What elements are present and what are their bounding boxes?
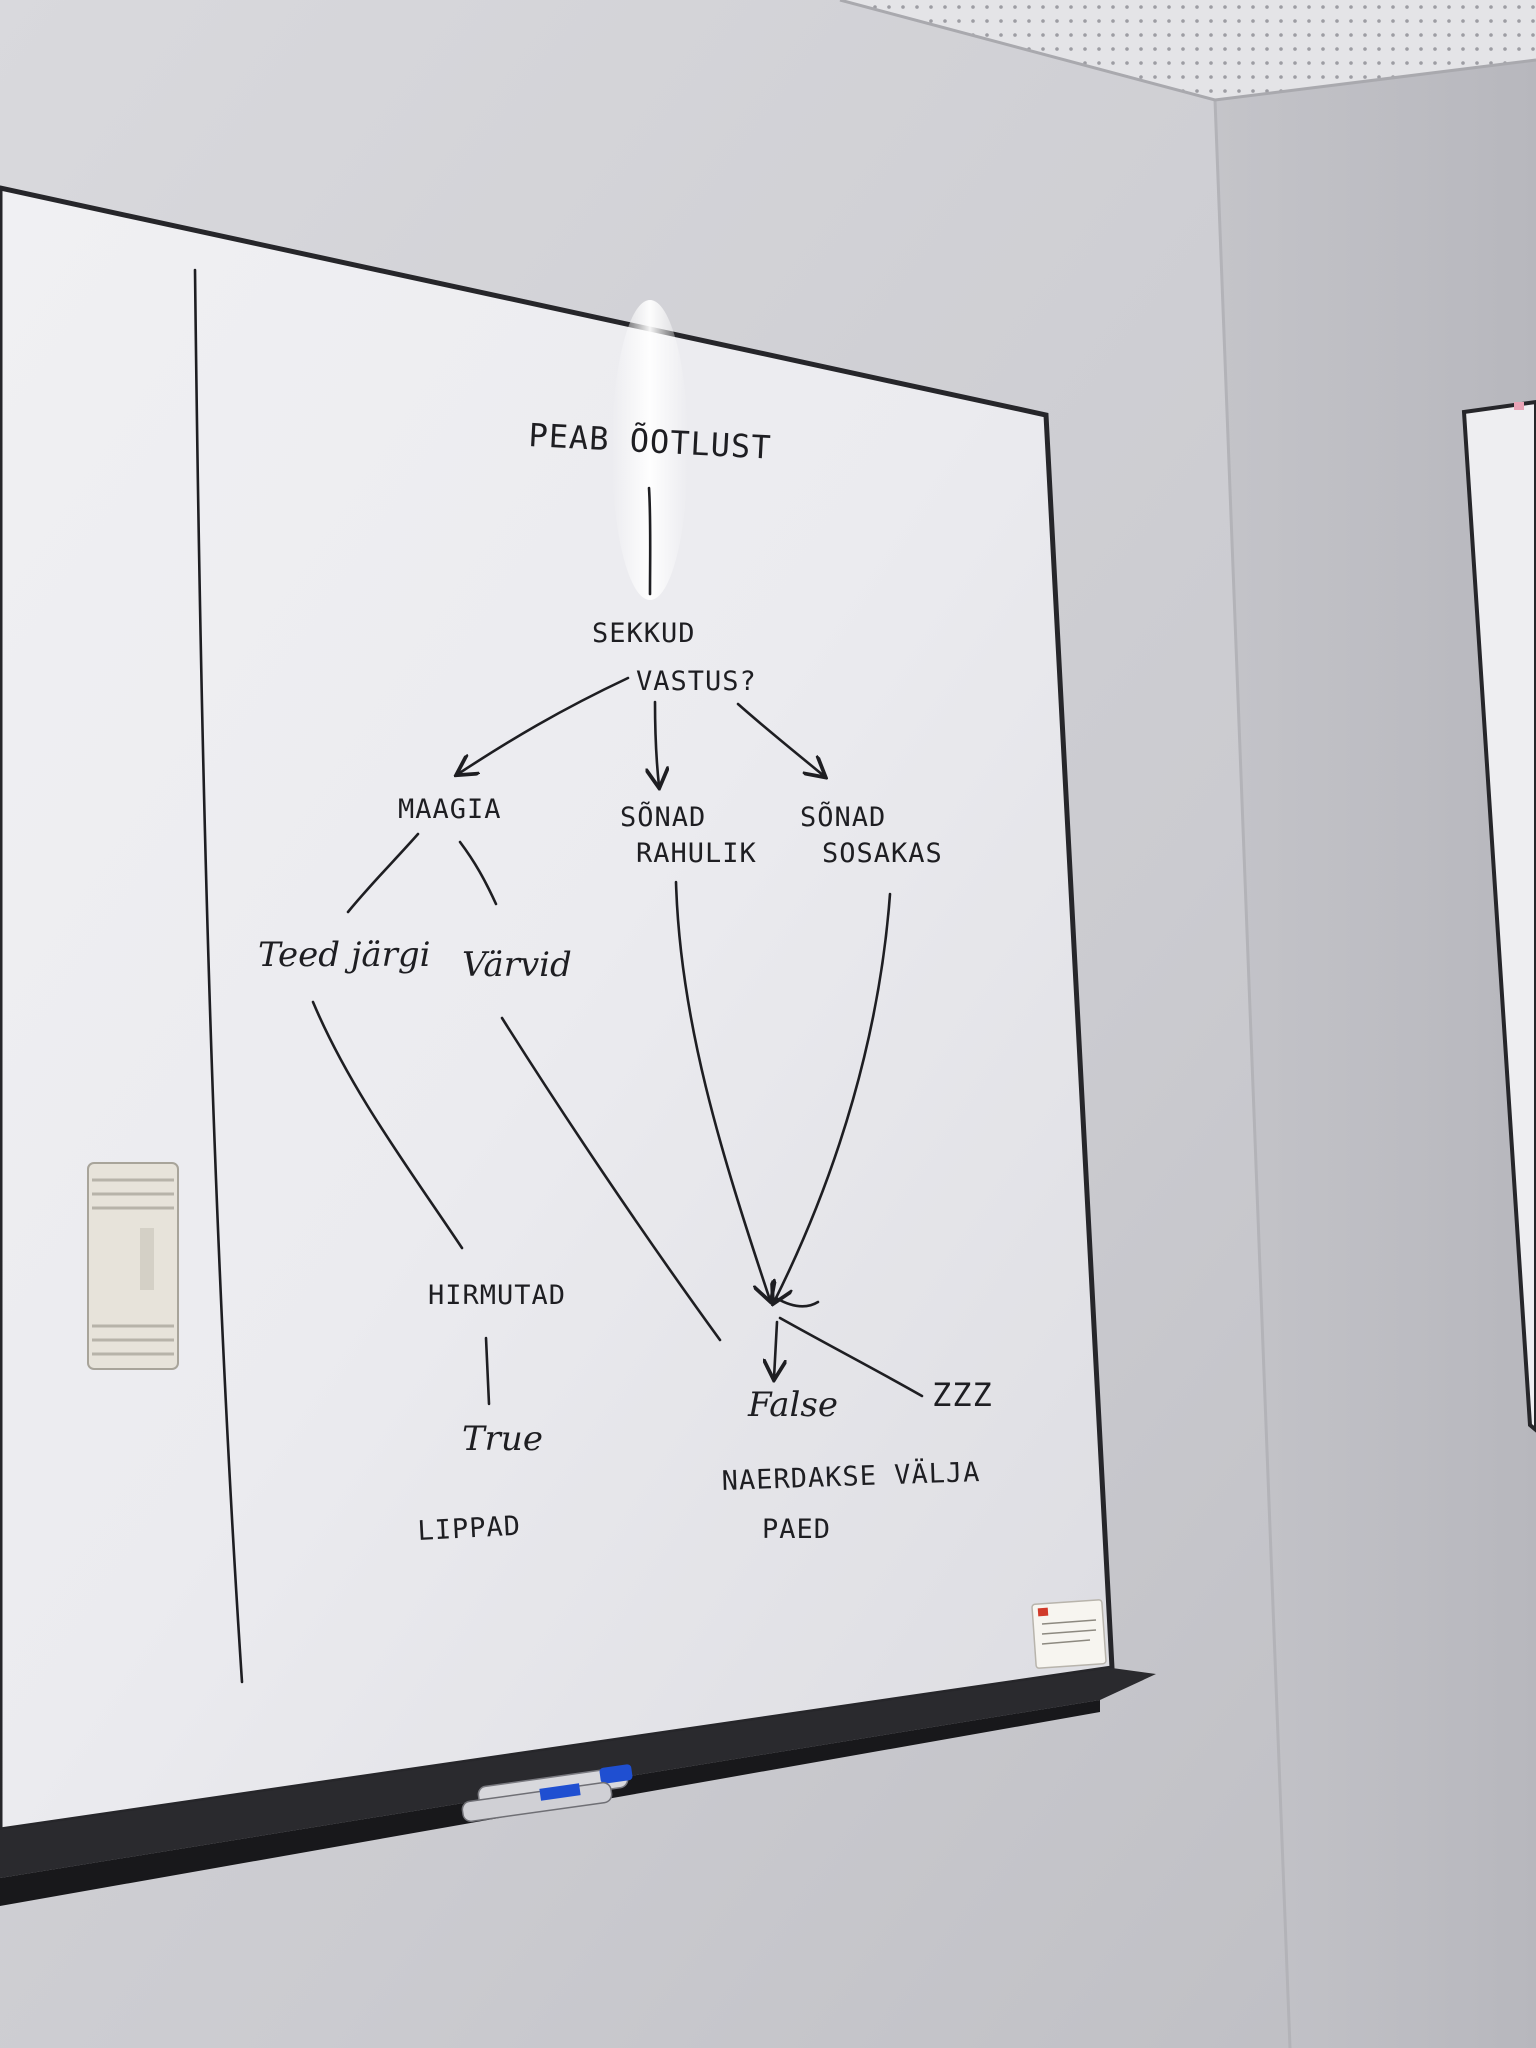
node-sonad-rahulik-line1: SÕNAD	[620, 801, 706, 833]
node-sonad-sosakas-line2: SOSAKAS	[822, 838, 943, 869]
label-sticker-icon	[1031, 1599, 1107, 1669]
whiteboard-scene: PEAB ÕOTLUST SEKKUD VASTUS? MAAGIA SÕNAD…	[0, 0, 1536, 2048]
edge-root-sekkud	[647, 486, 652, 596]
node-zzz: ZZZ	[932, 1376, 993, 1414]
node-sonad-sosakas-line1: SÕNAD	[800, 801, 886, 833]
node-naerdakse-line2: PAED	[762, 1514, 831, 1545]
node-vastus: VASTUS?	[636, 666, 757, 697]
node-sonad-rahulik-line2: RAHULIK	[636, 838, 757, 869]
node-lippad: LIPPAD	[417, 1511, 522, 1547]
node-teed-jargi: Teed järgi	[258, 935, 431, 975]
node-hirmutad: HIRMUTAD	[428, 1280, 566, 1311]
eraser-icon[interactable]	[87, 1162, 179, 1370]
node-maagia: MAAGIA	[398, 794, 502, 825]
node-false: False	[747, 1385, 838, 1425]
whiteboard-photo: PEAB ÕOTLUST SEKKUD VASTUS? MAAGIA SÕNAD…	[0, 0, 1536, 2048]
node-true: True	[462, 1419, 543, 1459]
node-varvid: Värvid	[462, 945, 572, 985]
second-board-sticker	[1514, 402, 1524, 410]
node-sekkud: SEKKUD	[592, 618, 696, 649]
